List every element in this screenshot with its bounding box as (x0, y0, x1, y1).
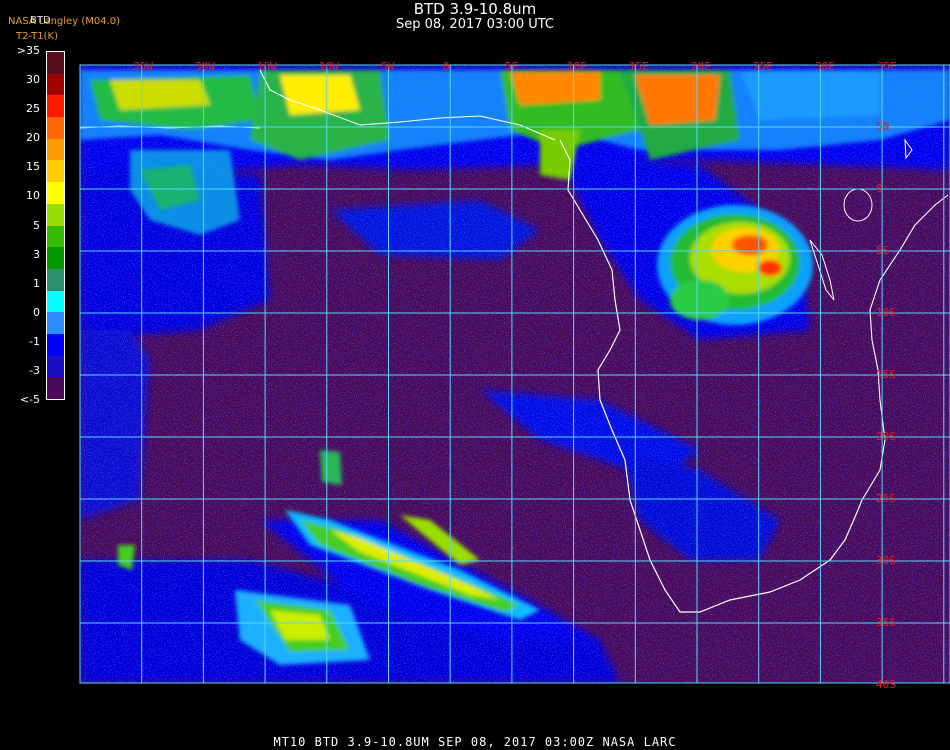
latitude-label: 35S (876, 616, 896, 629)
colorbar-tick-label: <-5 (19, 393, 40, 406)
colorbar-segment (47, 117, 64, 139)
latitude-label: 5S (876, 244, 890, 257)
colorbar-segment (47, 138, 64, 161)
footer-caption: MT10 BTD 3.9-10.8UM SEP 08, 2017 03:00Z … (273, 735, 677, 749)
colorbar-tick-label: 20 (26, 131, 40, 145)
colorbar-tick-label: 30 (26, 73, 40, 87)
credit-source: NASA Langley (M04.0) (8, 16, 120, 27)
longitude-label: 30W (195, 60, 215, 73)
longitude-label: 5E (505, 60, 519, 73)
map-title: BTD 3.9-10.8um (413, 0, 537, 18)
longitude-label: 0 (443, 60, 450, 73)
longitude-label: 10W (319, 60, 339, 73)
colorbar-segment (47, 203, 64, 226)
colorbar-segment (47, 52, 64, 74)
colorbar-segment (47, 95, 64, 118)
map-datetime: Sep 08, 2017 03:00 UTC (395, 17, 555, 32)
colorbar-tick-label: -3 (29, 363, 40, 377)
latitude-label: 0 (876, 182, 883, 195)
latitude-label: 25S (876, 492, 896, 505)
colorbar-segment (47, 355, 64, 378)
colorbar-tick-label: -1 (29, 334, 40, 348)
latitude-label: 15S (876, 368, 896, 381)
longitude-label: 20E (691, 60, 711, 73)
latitude-label: 5N (876, 120, 890, 133)
colorbar-segment (47, 268, 64, 291)
latitude-label: 10S (876, 306, 896, 319)
colorbar-tick-label: 15 (26, 160, 40, 174)
colorbar-segment (47, 225, 64, 248)
colorbar-tick-label: 5 (33, 218, 40, 232)
colorbar-tick-label: 25 (26, 102, 40, 116)
longitude-label: 35E (877, 60, 897, 73)
colorbar-segment (47, 247, 64, 269)
longitude-label: 10E (567, 60, 587, 73)
longitude-label: 5W (381, 60, 395, 73)
colorbar-segment (47, 333, 64, 356)
longitude-label: 15W (257, 60, 277, 73)
colorbar-tick-label: >35 (16, 44, 40, 57)
storm-system-central-africa (657, 205, 813, 325)
latitude-label: 20S (876, 430, 896, 443)
longitude-label: 35W (133, 60, 153, 73)
longitude-label: 25E (753, 60, 773, 73)
colorbar-tick-label: 3 (33, 247, 40, 261)
satellite-map (79, 64, 950, 684)
colorbar-segment (47, 290, 64, 313)
colorbar (46, 51, 65, 400)
colorbar-segment (47, 377, 64, 399)
colorbar-segment (47, 73, 64, 96)
latitude-label: 30S (876, 554, 896, 567)
colorbar-units: T2-T1(K) (16, 31, 58, 42)
colorbar-title: BTD (30, 15, 51, 26)
colorbar-tick-label: 0 (33, 305, 40, 319)
colorbar-segment (47, 312, 64, 334)
colorbar-tick-label: 1 (33, 276, 40, 290)
longitude-label: 30E (815, 60, 835, 73)
colorbar-segment (47, 160, 64, 183)
longitude-label: 15E (629, 60, 649, 73)
latitude-label: 40S (876, 678, 896, 691)
colorbar-tick-label: 10 (26, 189, 40, 203)
colorbar-segment (47, 182, 64, 204)
